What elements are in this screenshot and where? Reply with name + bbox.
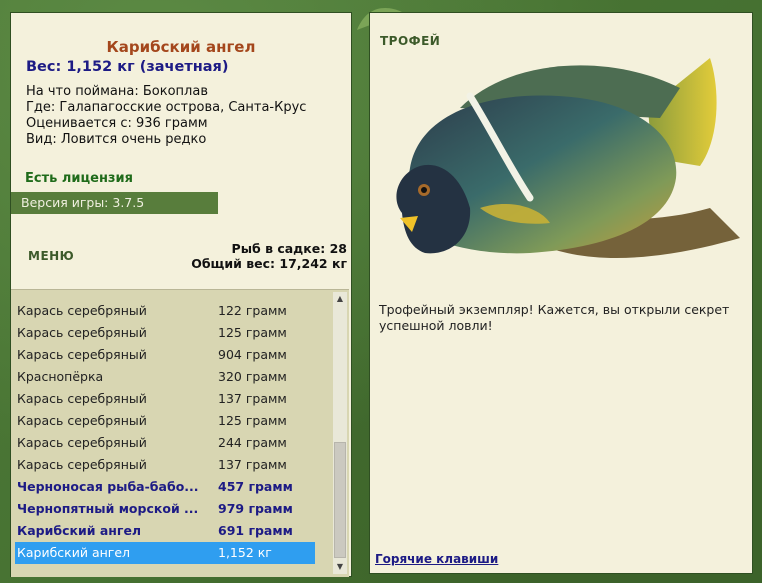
list-item[interactable]: Карибский ангел 691 грамм: [15, 520, 315, 542]
list-item-weight: 691 грамм: [218, 523, 293, 538]
list-item-name: Краснопёрка: [17, 369, 104, 384]
scroll-down-icon[interactable]: ▼: [333, 560, 347, 574]
list-item-name: Карась серебряный: [17, 347, 147, 362]
list-item-name: Карась серебряный: [17, 391, 147, 406]
list-item-name: Чернопятный морской ...: [17, 501, 199, 516]
list-item[interactable]: Карась серебряный 904 грамм: [15, 344, 315, 366]
list-item-weight: 122 грамм: [218, 303, 287, 318]
total-weight: Общий вес: 17,242 кг: [191, 256, 347, 271]
list-item-weight: 320 грамм: [218, 369, 287, 384]
fish-valued-from: Оценивается с: 936 грамм: [26, 116, 208, 131]
list-item-weight: 125 грамм: [218, 325, 287, 340]
scroll-thumb[interactable]: [334, 442, 346, 558]
fish-rarity: Вид: Ловится очень редко: [26, 132, 207, 147]
fish-info-panel: Карибский ангел Вес: 1,152 кг (зачетная)…: [10, 12, 352, 577]
list-item[interactable]: Краснопёрка 320 грамм: [15, 366, 315, 388]
catch-list-scrollbar[interactable]: ▲ ▼: [333, 292, 347, 574]
list-item-weight: 137 грамм: [218, 457, 287, 472]
list-item-name: Карась серебряный: [17, 325, 147, 340]
list-item-name: Карась серебряный: [17, 457, 147, 472]
list-item[interactable]: Карась серебряный 125 грамм: [15, 322, 315, 344]
list-item[interactable]: Карась серебряный 137 грамм: [15, 388, 315, 410]
list-item-name: Карась серебряный: [17, 435, 147, 450]
list-item-weight: 457 грамм: [218, 479, 293, 494]
list-item[interactable]: Карась серебряный 137 грамм: [15, 454, 315, 476]
keepnet-stats: Рыб в садке: 28 Общий вес: 17,242 кг: [191, 241, 347, 271]
list-item-weight: 904 грамм: [218, 347, 287, 362]
scroll-up-icon[interactable]: ▲: [333, 292, 347, 306]
trophy-message: Трофейный экземпляр! Кажется, вы открыли…: [379, 302, 730, 333]
angelfish-image: [396, 58, 740, 258]
version-bar: Версия игры: 3.7.5: [11, 192, 218, 214]
list-item-weight: 244 грамм: [218, 435, 287, 450]
fish-bait: На что поймана: Бокоплав: [26, 84, 208, 99]
list-item[interactable]: Карась серебряный 125 грамм: [15, 410, 315, 432]
list-item-name: Карибский ангел: [17, 545, 131, 560]
fish-weight: Вес: 1,152 кг (зачетная): [26, 59, 229, 75]
list-item-name: Черноносая рыба-бабо...: [17, 479, 199, 494]
list-item[interactable]: Черноносая рыба-бабо... 457 грамм: [15, 476, 315, 498]
list-item[interactable]: Карась серебряный 244 грамм: [15, 432, 315, 454]
catch-list[interactable]: Карась серебряный 122 грамм Карась серебря…: [11, 289, 349, 577]
list-item-name: Карась серебряный: [17, 303, 147, 318]
hotkeys-link[interactable]: Горячие клавиши: [375, 552, 498, 566]
list-item[interactable]: Карась серебряный 122 грамм: [15, 300, 315, 322]
list-item-weight: 979 грамм: [218, 501, 293, 516]
menu-button[interactable]: МЕНЮ: [28, 249, 74, 263]
fish-count: Рыб в садке: 28: [231, 241, 347, 256]
fish-location: Где: Галапагосские острова, Санта-Крус: [26, 100, 307, 115]
list-item-weight: 125 грамм: [218, 413, 287, 428]
trophy-label: ТРОФЕЙ: [380, 34, 441, 48]
license-status: Есть лицензия: [25, 171, 133, 186]
fish-title: Карибский ангел: [106, 38, 256, 56]
list-item-weight: 137 грамм: [218, 391, 287, 406]
trophy-panel: ТРОФЕЙ Трофейный экземпляр! Кажется, вы …: [369, 12, 753, 574]
list-item[interactable]: Чернопятный морской ... 979 грамм: [15, 498, 315, 520]
list-item[interactable]: Карибский ангел 1,152 кг: [15, 542, 315, 564]
list-item-name: Карибский ангел: [17, 523, 142, 538]
list-item-weight: 1,152 кг: [218, 545, 272, 560]
list-item-name: Карась серебряный: [17, 413, 147, 428]
